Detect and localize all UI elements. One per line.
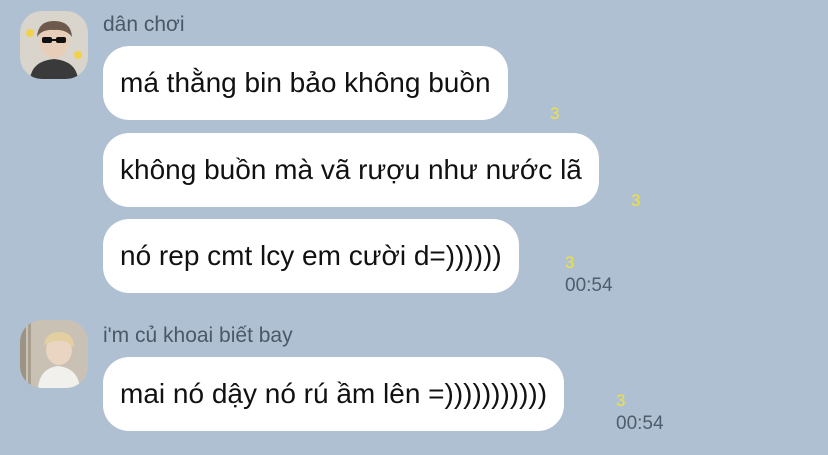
sender-name: dân chơi [103, 13, 185, 36]
unread-count: 3 [550, 104, 560, 123]
avatar-sunglasses-person-icon [20, 11, 88, 79]
unread-count: 3 [616, 391, 626, 410]
avatar-khoai[interactable] [20, 320, 88, 388]
unread-count: 3 [565, 253, 575, 272]
message-bubble[interactable]: không buồn mà vã rượu như nước lã [103, 133, 599, 207]
message-bubble[interactable]: mai nó dậy nó rú ầm lên =))))))))))) [103, 357, 565, 431]
avatar-dan-choi[interactable] [20, 11, 88, 79]
message-timestamp: 00:54 [616, 413, 664, 434]
message-bubble[interactable]: má thằng bin bảo không buồn [103, 46, 508, 120]
unread-count: 3 [631, 191, 641, 210]
message-timestamp: 00:54 [565, 275, 613, 296]
avatar-blonde-person-icon [20, 320, 88, 388]
message-bubble[interactable]: nó rep cmt lcy em cười d=)))))) [103, 219, 519, 293]
sender-name: i'm củ khoai biết bay [103, 324, 293, 347]
